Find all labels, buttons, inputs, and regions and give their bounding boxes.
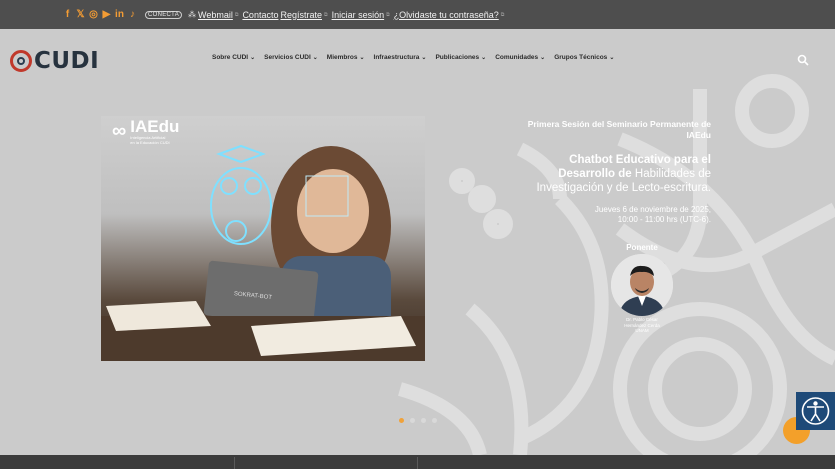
youtube-icon[interactable]: ▶ <box>102 9 111 20</box>
nav-servicios-cudi[interactable]: Servicios CUDI ⌄ <box>264 54 318 61</box>
nav-grupos-tecnicos[interactable]: Grupos Técnicos ⌄ <box>554 54 614 61</box>
webmail-icon: ⁂ <box>188 10 196 19</box>
cudi-logo[interactable]: CUDI <box>10 48 99 74</box>
conecta-link[interactable]: CONECTA <box>145 10 182 19</box>
ponente-avatar <box>611 254 673 316</box>
chevron-down-icon: ⌄ <box>481 55 487 61</box>
cudi-logo-mark <box>10 50 32 72</box>
ponente-org: UNAM <box>635 328 649 333</box>
slider-dot[interactable] <box>399 418 404 423</box>
accessibility-button[interactable] <box>796 392 835 430</box>
nav-publicaciones[interactable]: Publicaciones ⌄ <box>435 54 486 61</box>
event-title: Chatbot Educativo para el Desarrollo de … <box>511 153 711 195</box>
event-series: Primera Sesión del Seminario Permanente … <box>527 119 711 140</box>
facebook-icon[interactable]: f <box>63 9 72 20</box>
nav-infraestructura[interactable]: Infraestructura ⌄ <box>374 54 427 61</box>
iniciar-sesion-link[interactable]: Iniciar sesión <box>332 10 385 20</box>
slider-pagination <box>399 418 437 423</box>
chevron-down-icon: ⌄ <box>421 55 427 61</box>
ponente-name: Dr. Pablo César Hernández Cerda UNAM <box>606 317 678 334</box>
forgot-password-link[interactable]: ¿Olvidaste tu contraseña? <box>394 10 499 20</box>
search-icon[interactable] <box>797 54 809 66</box>
linkedin-icon[interactable]: in <box>115 9 124 20</box>
external-link-icon: ⧉ <box>234 11 239 18</box>
divider <box>234 457 235 469</box>
hero-photo: SOKRAT-BOT <box>101 116 425 361</box>
nav-sobre-cudi[interactable]: Sobre CUDI ⌄ <box>212 54 255 61</box>
slider-dot[interactable] <box>432 418 437 423</box>
webmail-link[interactable]: Webmail <box>198 10 233 20</box>
nav-label: Comunidades <box>495 54 539 61</box>
event-time-line: 10:00 - 11:00 hrs (UTC-6). <box>617 215 711 224</box>
divider <box>417 457 418 469</box>
contacto-link[interactable]: Contacto <box>242 10 278 20</box>
nav-comunidades[interactable]: Comunidades ⌄ <box>495 54 545 61</box>
nav-label: Sobre CUDI <box>212 54 249 61</box>
chevron-down-icon: ⌄ <box>540 55 546 61</box>
registrate-link[interactable]: Regístrate <box>280 10 322 20</box>
slider-dot[interactable] <box>410 418 415 423</box>
top-links: ⁂ Webmail ⧉ Contacto Regístrate ⧉ Iniciar … <box>188 10 508 20</box>
iaedu-logo: ∞ IAEdu Inteligencia Artificial en la Ed… <box>112 118 179 145</box>
ponente-label: Ponente <box>626 243 658 252</box>
chevron-down-icon: ⌄ <box>359 55 365 61</box>
bottom-strip <box>0 455 835 469</box>
nav-label: Servicios CUDI <box>264 54 311 61</box>
instagram-icon[interactable]: ◎ <box>89 9 98 20</box>
iaedu-logo-subtitle-2: en la Educación CUDI <box>130 140 170 145</box>
nav-label: Publicaciones <box>435 54 480 61</box>
accessibility-icon <box>801 397 830 425</box>
social-links: f 𝕏 ◎ ▶ in ♪ CONECTA <box>63 9 182 20</box>
cudi-logo-text: CUDI <box>34 48 100 74</box>
hero-banner[interactable]: SOKRAT-BOT <box>0 29 835 455</box>
infinity-icon: ∞ <box>112 120 127 142</box>
tiktok-icon[interactable]: ♪ <box>128 9 137 20</box>
student-with-tablet-illustration: SOKRAT-BOT <box>101 144 425 361</box>
external-link-icon: ⧉ <box>500 11 505 18</box>
event-date-line: Jueves 6 de noviembre de 2025, <box>594 205 711 214</box>
slider-dot[interactable] <box>421 418 426 423</box>
iaedu-logo-title: IAEdu <box>130 117 180 136</box>
top-bar: f 𝕏 ◎ ▶ in ♪ CONECTA ⁂ Webmail ⧉ Contacto… <box>0 0 835 29</box>
nav-miembros[interactable]: Miembros ⌄ <box>327 54 365 61</box>
chevron-down-icon: ⌄ <box>609 55 615 61</box>
chevron-down-icon: ⌄ <box>312 55 318 61</box>
nav-label: Miembros <box>326 54 358 61</box>
nav-label: Grupos Técnicos <box>554 54 608 61</box>
x-icon[interactable]: 𝕏 <box>76 9 85 20</box>
event-details: Primera Sesión del Seminario Permanente … <box>511 119 711 225</box>
main-nav: Sobre CUDI ⌄ Servicios CUDI ⌄ Miembros ⌄ In… <box>212 54 614 61</box>
nav-label: Infraestructura <box>373 54 420 61</box>
event-date: Jueves 6 de noviembre de 2025, 10:00 - 1… <box>511 205 711 225</box>
chevron-down-icon: ⌄ <box>250 55 256 61</box>
external-link-icon: ⧉ <box>324 11 328 18</box>
speaker-portrait <box>611 254 673 316</box>
external-link-icon: ⧉ <box>386 11 390 18</box>
